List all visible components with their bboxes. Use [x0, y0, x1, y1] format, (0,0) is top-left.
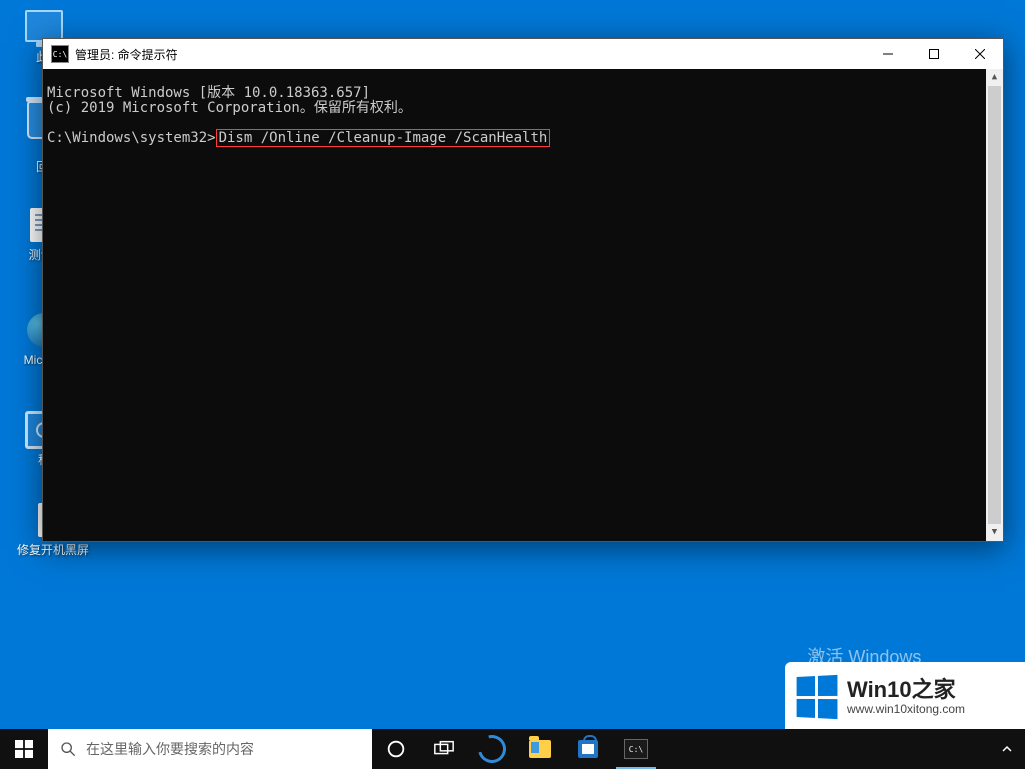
scroll-up-arrow[interactable]: ▲ [986, 69, 1003, 86]
highlighted-command: Dism /Online /Cleanup-Image /ScanHealth [216, 129, 551, 147]
scrollbar[interactable]: ▲ ▼ [986, 69, 1003, 541]
scroll-down-arrow[interactable]: ▼ [986, 524, 1003, 541]
titlebar[interactable]: C:\ 管理员: 命令提示符 [43, 39, 1003, 69]
taskbar-item-cmd[interactable]: C:\ [612, 729, 660, 769]
minimize-button[interactable] [865, 39, 911, 69]
logo-url: www.win10xitong.com [847, 703, 965, 716]
search-icon [60, 741, 76, 757]
terminal-body[interactable]: Microsoft Windows [版本 10.0.18363.657] (c… [43, 69, 1003, 541]
edge-icon [473, 730, 511, 768]
start-button[interactable] [0, 729, 48, 769]
cmd-app-icon: C:\ [51, 45, 69, 63]
cmd-icon: C:\ [624, 739, 648, 759]
tray-overflow-button[interactable] [993, 744, 1021, 754]
command-prompt-window[interactable]: C:\ 管理员: 命令提示符 Microsoft Windows [版本 10.… [42, 38, 1004, 542]
close-button[interactable] [957, 39, 1003, 69]
system-tray[interactable] [989, 729, 1025, 769]
folder-icon [529, 740, 551, 758]
logo-title: Win10之家 [847, 678, 965, 702]
task-view-button[interactable] [420, 729, 468, 769]
taskbar[interactable]: 在这里输入你要搜索的内容 C:\ [0, 729, 1025, 769]
taskbar-item-store[interactable] [564, 729, 612, 769]
windows-logo-icon [797, 675, 838, 719]
desktop-icon-label: 修复开机黑屏 [14, 543, 92, 557]
window-title: 管理员: 命令提示符 [75, 46, 178, 63]
search-box[interactable]: 在这里输入你要搜索的内容 [48, 729, 372, 769]
scroll-thumb[interactable] [988, 86, 1001, 524]
maximize-button[interactable] [911, 39, 957, 69]
store-icon [578, 740, 598, 758]
taskbar-item-edge[interactable] [468, 729, 516, 769]
taskbar-item-explorer[interactable] [516, 729, 564, 769]
cortana-button[interactable] [372, 729, 420, 769]
terminal-output: Microsoft Windows [版本 10.0.18363.657] (c… [47, 85, 550, 147]
desktop[interactable]: 此 回 测试1 Micr Ed 秒 修复开机黑屏 C:\ 管理员: 命令提示符 [0, 0, 1025, 769]
scroll-track[interactable] [986, 86, 1003, 524]
site-logo-overlay: Win10之家 www.win10xitong.com [785, 662, 1025, 732]
search-placeholder: 在这里输入你要搜索的内容 [86, 739, 254, 759]
